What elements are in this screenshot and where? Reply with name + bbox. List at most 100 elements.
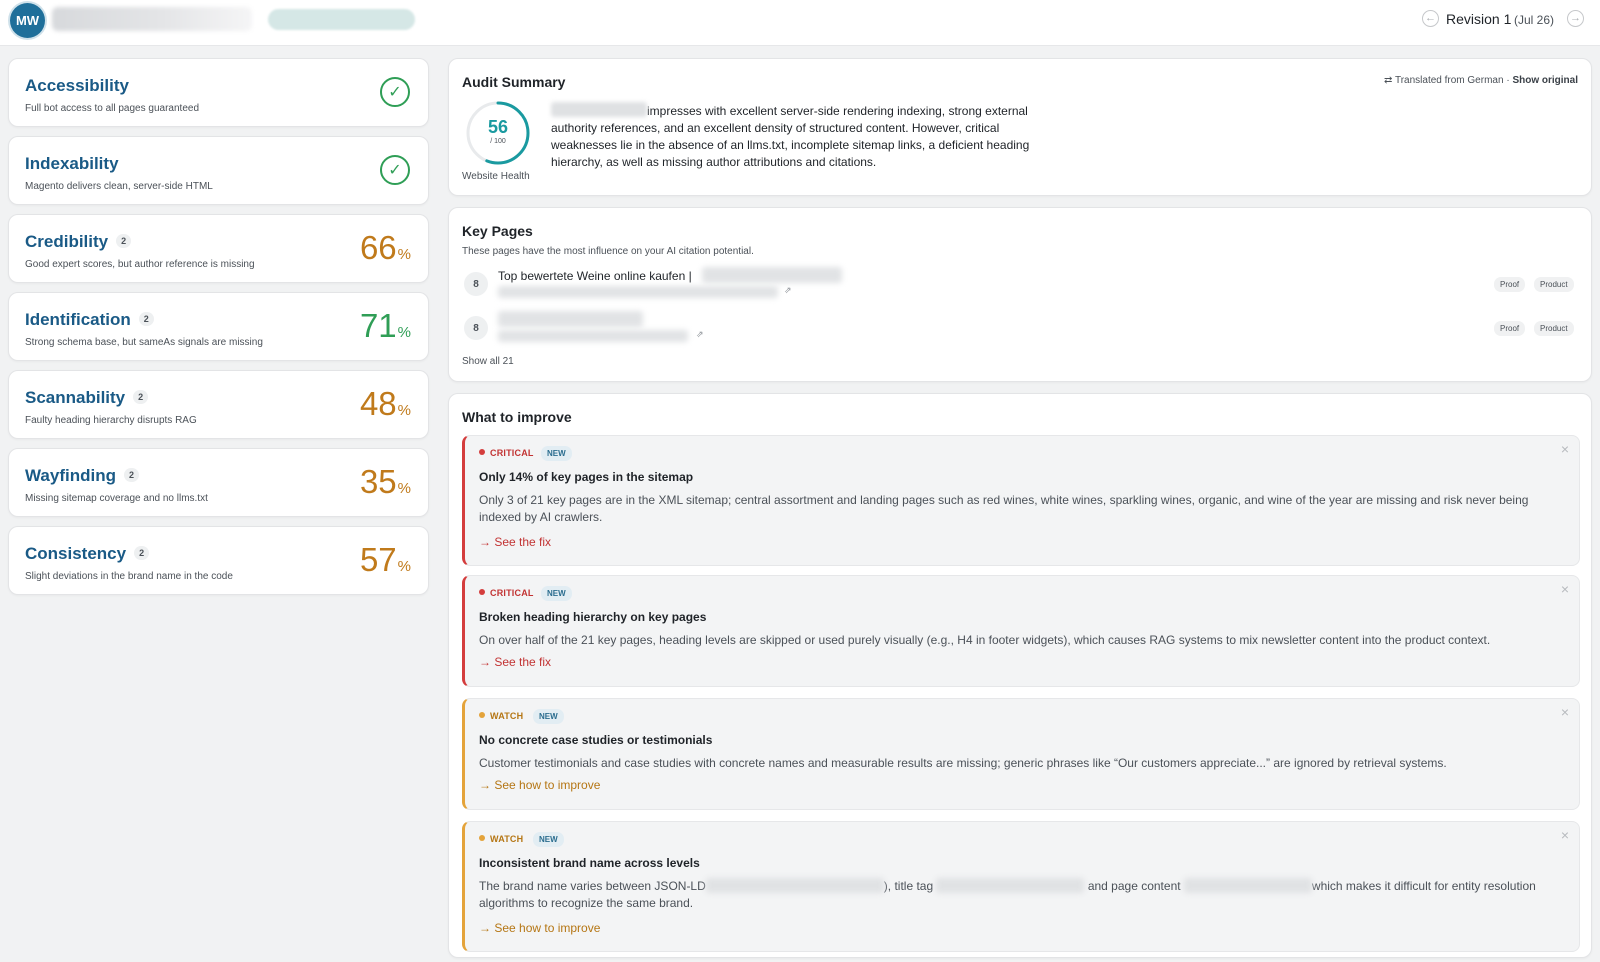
metric-count-badge: 2 [134, 546, 150, 560]
metric-score-unit: % [397, 558, 411, 575]
metric-title: Wayfinding 2 [25, 466, 139, 486]
arrow-right-icon: → [479, 778, 491, 792]
metric-score-value: 48 [359, 385, 397, 422]
key-pages-subtitle: These pages have the most influence on y… [462, 246, 754, 257]
close-icon[interactable]: × [1561, 582, 1569, 596]
close-icon[interactable]: × [1561, 705, 1569, 719]
metric-title-text: Wayfinding [25, 466, 116, 485]
see-how-to-improve-link[interactable]: → See how to improve [479, 921, 600, 935]
desc-part: The brand name varies between JSON-LD [479, 879, 706, 893]
metric-score: 35% [360, 463, 411, 501]
metric-score-unit: % [397, 480, 411, 497]
metric-description: Missing sitemap coverage and no llms.txt [25, 493, 208, 504]
issue-title: No concrete case studies or testimonials [479, 733, 713, 747]
metric-score-unit: % [397, 324, 411, 341]
translated-from-label: Translated from German [1394, 75, 1504, 86]
close-icon[interactable]: × [1561, 828, 1569, 842]
show-all-link[interactable]: Show all 21 [462, 356, 514, 367]
metric-card-credibility[interactable]: Credibility 2 Good expert scores, but aut… [8, 214, 429, 283]
key-page-row[interactable]: 8 ⇗ Proof Product [462, 308, 1580, 348]
severity-dot-icon [479, 712, 485, 718]
key-pages-panel: Key Pages These pages have the most infl… [448, 207, 1592, 382]
severity-dot-icon [479, 589, 485, 595]
metric-description: Strong schema base, but sameAs signals a… [25, 337, 263, 348]
metric-score-value: 66 [359, 229, 397, 266]
external-link-icon[interactable]: ⇗ [696, 329, 704, 340]
brand-name-redacted [551, 102, 647, 117]
separator: · [1506, 75, 1510, 86]
check-circle-icon: ✓ [380, 155, 410, 185]
metric-score-unit: % [397, 402, 411, 419]
desc-part: and page content [1087, 879, 1181, 893]
revision-label[interactable]: Revision 1 [1446, 11, 1511, 27]
see-the-fix-link[interactable]: → See the fix [479, 535, 551, 549]
check-circle-icon: ✓ [380, 77, 410, 107]
show-original-link[interactable]: Show original [1512, 75, 1578, 86]
close-icon[interactable]: × [1561, 442, 1569, 456]
redacted-text [1183, 878, 1312, 893]
audit-summary-panel: Audit Summary ⇄ Translated from German ·… [448, 58, 1592, 196]
health-score-label: Website Health [462, 171, 530, 182]
health-score: 56 [487, 117, 509, 137]
metric-description: Slight deviations in the brand name in t… [25, 571, 233, 582]
key-pages-title: Key Pages [462, 223, 533, 239]
tag-proof: Proof [1494, 321, 1526, 336]
issue-card-critical[interactable]: CRITICAL NEW × Broken heading hierarchy … [462, 575, 1580, 687]
metric-card-consistency[interactable]: Consistency 2 Slight deviations in the br… [8, 526, 429, 595]
metric-card-identification[interactable]: Identification 2 Strong schema base, but … [8, 292, 429, 361]
metric-title-text: Identification [25, 310, 131, 329]
health-score-max: / 100 [490, 138, 506, 145]
metric-count-badge: 2 [116, 234, 132, 248]
metric-title: Scannability 2 [25, 388, 149, 408]
tag-product: Product [1534, 277, 1574, 292]
metric-title-text: Consistency [25, 544, 127, 563]
metric-card-wayfinding[interactable]: Wayfinding 2 Missing sitemap coverage and… [8, 448, 429, 517]
action-label: See how to improve [494, 921, 601, 935]
redacted-text [705, 878, 884, 893]
issue-description: Customer testimonials and case studies w… [479, 756, 1447, 770]
arrow-right-circle-icon[interactable]: → [1567, 10, 1584, 27]
key-page-title: Top bewertete Weine online kaufen | [498, 269, 692, 283]
severity-dot-icon [479, 835, 485, 841]
external-link-icon[interactable]: ⇗ [784, 285, 792, 296]
see-how-to-improve-link[interactable]: → See how to improve [479, 778, 600, 792]
metric-score: 71% [360, 307, 411, 345]
metric-score-value: 35 [359, 463, 397, 500]
metric-description: Magento delivers clean, server-side HTML [25, 181, 213, 192]
metric-card-scannability[interactable]: Scannability 2 Faulty heading hierarchy d… [8, 370, 429, 439]
severity-label: CRITICAL [479, 448, 534, 458]
metric-card-indexability[interactable]: Indexability Magento delivers clean, ser… [8, 136, 429, 205]
arrow-left-circle-icon[interactable]: ← [1422, 10, 1439, 27]
what-to-improve-panel: What to improve CRITICAL NEW × Only 14% … [448, 393, 1592, 958]
site-name-redacted [52, 7, 252, 31]
new-badge: NEW [533, 709, 564, 724]
avatar[interactable]: MW [10, 3, 45, 38]
metric-count-badge: 2 [123, 468, 139, 482]
issue-card-watch[interactable]: WATCH NEW × No concrete case studies or … [462, 698, 1580, 810]
metric-score: 66% [360, 229, 411, 267]
key-page-row[interactable]: 8 Top bewertete Weine online kaufen | ⇗ … [462, 264, 1580, 304]
see-the-fix-link[interactable]: → See the fix [479, 655, 551, 669]
key-page-url-redacted [498, 330, 688, 342]
redacted-text [936, 878, 1085, 893]
issue-card-critical[interactable]: CRITICAL NEW × Only 14% of key pages in … [462, 435, 1580, 566]
metric-title: Consistency 2 [25, 544, 150, 564]
issue-title: Broken heading hierarchy on key pages [479, 610, 707, 624]
arrow-right-icon: → [479, 921, 491, 935]
new-badge: NEW [541, 586, 572, 601]
new-badge: NEW [533, 832, 564, 847]
new-badge: NEW [541, 446, 572, 461]
key-page-title-redacted [498, 311, 643, 327]
issue-card-watch[interactable]: WATCH NEW × Inconsistent brand name acro… [462, 821, 1580, 952]
site-url-pill-redacted[interactable] [268, 9, 415, 30]
metric-score-value: 71 [359, 307, 397, 344]
top-bar: MW ← Revision 1 (Jul 26) → [0, 0, 1600, 46]
website-health-gauge: 56 / 100 [465, 100, 531, 166]
severity-text: CRITICAL [490, 588, 534, 598]
key-page-count: 8 [464, 272, 488, 296]
severity-text: WATCH [490, 711, 524, 721]
metric-score: 48% [360, 385, 411, 423]
metric-description: Good expert scores, but author reference… [25, 259, 255, 270]
metric-card-accessibility[interactable]: Accessibility Full bot access to all pag… [8, 58, 429, 127]
severity-label: CRITICAL [479, 588, 534, 598]
